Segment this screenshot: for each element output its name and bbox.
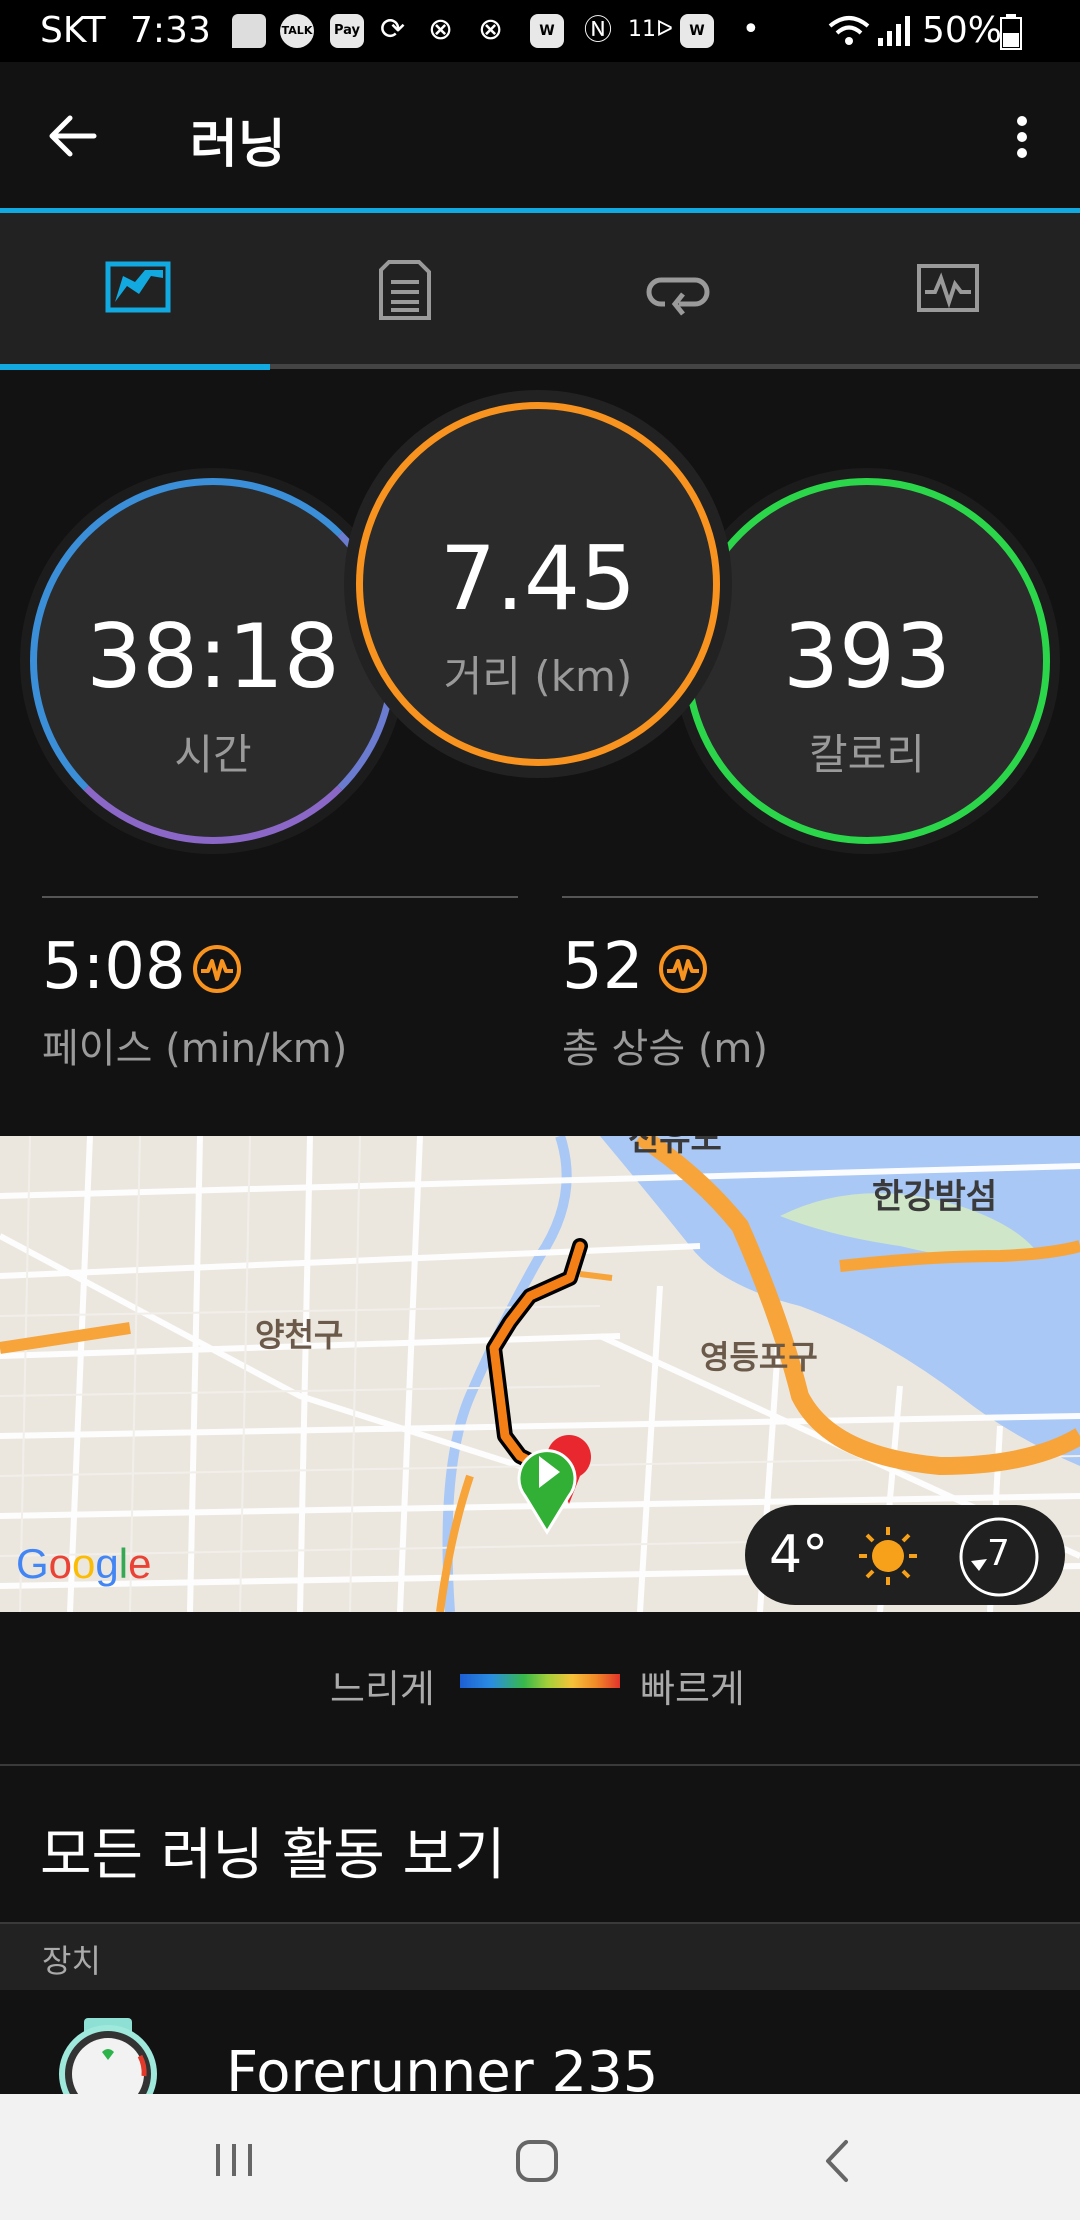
status-bar: SKT 7:33 TALK Pay ⟳ ⊗ ⊗ W Ⓝ 11ᐅ W • 50% (0, 0, 1080, 62)
map-label: 한강밤섬 (872, 1177, 997, 1217)
loop-icon (646, 277, 710, 316)
carrier: SKT (40, 10, 106, 51)
clock: 7:33 (130, 10, 211, 51)
time-ring: 38:18 시간 (30, 478, 396, 844)
recent-apps-icon[interactable] (212, 2140, 258, 2180)
sun-icon (859, 1527, 917, 1585)
map-label: 선유도 (628, 1136, 722, 1159)
distance-label: 거리 (km) (443, 652, 633, 701)
w-app-icon: W (680, 14, 714, 48)
document-icon (379, 260, 431, 320)
speed-gradient-bar (460, 1674, 620, 1688)
tab-overview[interactable] (0, 213, 270, 368)
map-label: 양천구 (255, 1316, 343, 1354)
divider (42, 896, 518, 898)
time-label: 시간 (174, 730, 252, 779)
home-icon[interactable] (514, 2138, 560, 2184)
calories-ring: 393 칼로리 (684, 478, 1050, 844)
xbox-icon: ⊗ (428, 12, 454, 47)
talk-icon: TALK (280, 14, 314, 48)
heart-rate-icon (193, 945, 241, 993)
lte-icon: 11ᐅ (628, 17, 673, 42)
pay-icon: Pay (330, 14, 364, 48)
map-label: 영등포구 (700, 1338, 818, 1376)
legend-fast: 빠르게 (640, 1667, 745, 1711)
heart-rate-icon (659, 945, 707, 993)
dot-icon: • (742, 12, 760, 47)
page-title: 러닝 (190, 115, 286, 175)
battery-icon (1000, 14, 1022, 50)
elevation-label: 총 상승 (m) (562, 1026, 769, 1072)
view-all-activities[interactable]: 모든 러닝 활동 보기 (40, 1810, 506, 1891)
watch-icon (59, 2018, 157, 2096)
distance-value: 7.45 (440, 527, 636, 630)
chart-icon (917, 264, 979, 312)
nav-back-icon[interactable] (822, 2138, 852, 2184)
nfc-icon: Ⓝ (584, 13, 613, 46)
divider (562, 896, 1038, 898)
message-icon (232, 14, 266, 48)
battery-percent: 50% (922, 10, 1003, 51)
system-nav-bar (0, 2094, 1080, 2220)
more-vert-icon[interactable] (1008, 114, 1036, 164)
calories-value: 393 (783, 605, 951, 708)
speed-legend: 느리게 빠르게 (0, 1612, 1080, 1764)
device-section-header: 장치 (0, 1924, 1080, 1990)
pace-value: 5:08 (42, 930, 186, 1004)
map-overview-icon (105, 261, 171, 313)
w-app-icon: W (530, 14, 564, 48)
time-value: 38:18 (86, 605, 340, 708)
elevation-value: 52 (562, 930, 644, 1004)
wifi-icon (828, 16, 870, 45)
calories-label: 칼로리 (809, 730, 925, 779)
tab-laps[interactable] (540, 213, 810, 368)
app-bar: 러닝 (0, 62, 1080, 210)
device-header-label: 장치 (42, 1942, 101, 1980)
tab-charts[interactable] (810, 213, 1080, 368)
distance-ring: 7.45 거리 (km) (356, 402, 720, 766)
tab-bar (0, 213, 1080, 368)
divider (0, 1764, 1080, 1766)
wind-speed: 7 (987, 1533, 1010, 1574)
sync-icon: ⟳ (380, 12, 406, 47)
pace-label: 페이스 (min/km) (42, 1026, 348, 1072)
tab-details[interactable] (270, 213, 540, 368)
google-logo: Google (16, 1540, 152, 1587)
weather-badge: 4° 7 (745, 1505, 1065, 1605)
signal-icon (878, 16, 910, 46)
tab-active-indicator (0, 364, 270, 370)
legend-slow: 느리게 (330, 1667, 435, 1711)
xbox-icon: ⊗ (478, 12, 504, 47)
back-arrow-icon[interactable] (48, 114, 98, 158)
temperature: 4° (769, 1525, 829, 1585)
